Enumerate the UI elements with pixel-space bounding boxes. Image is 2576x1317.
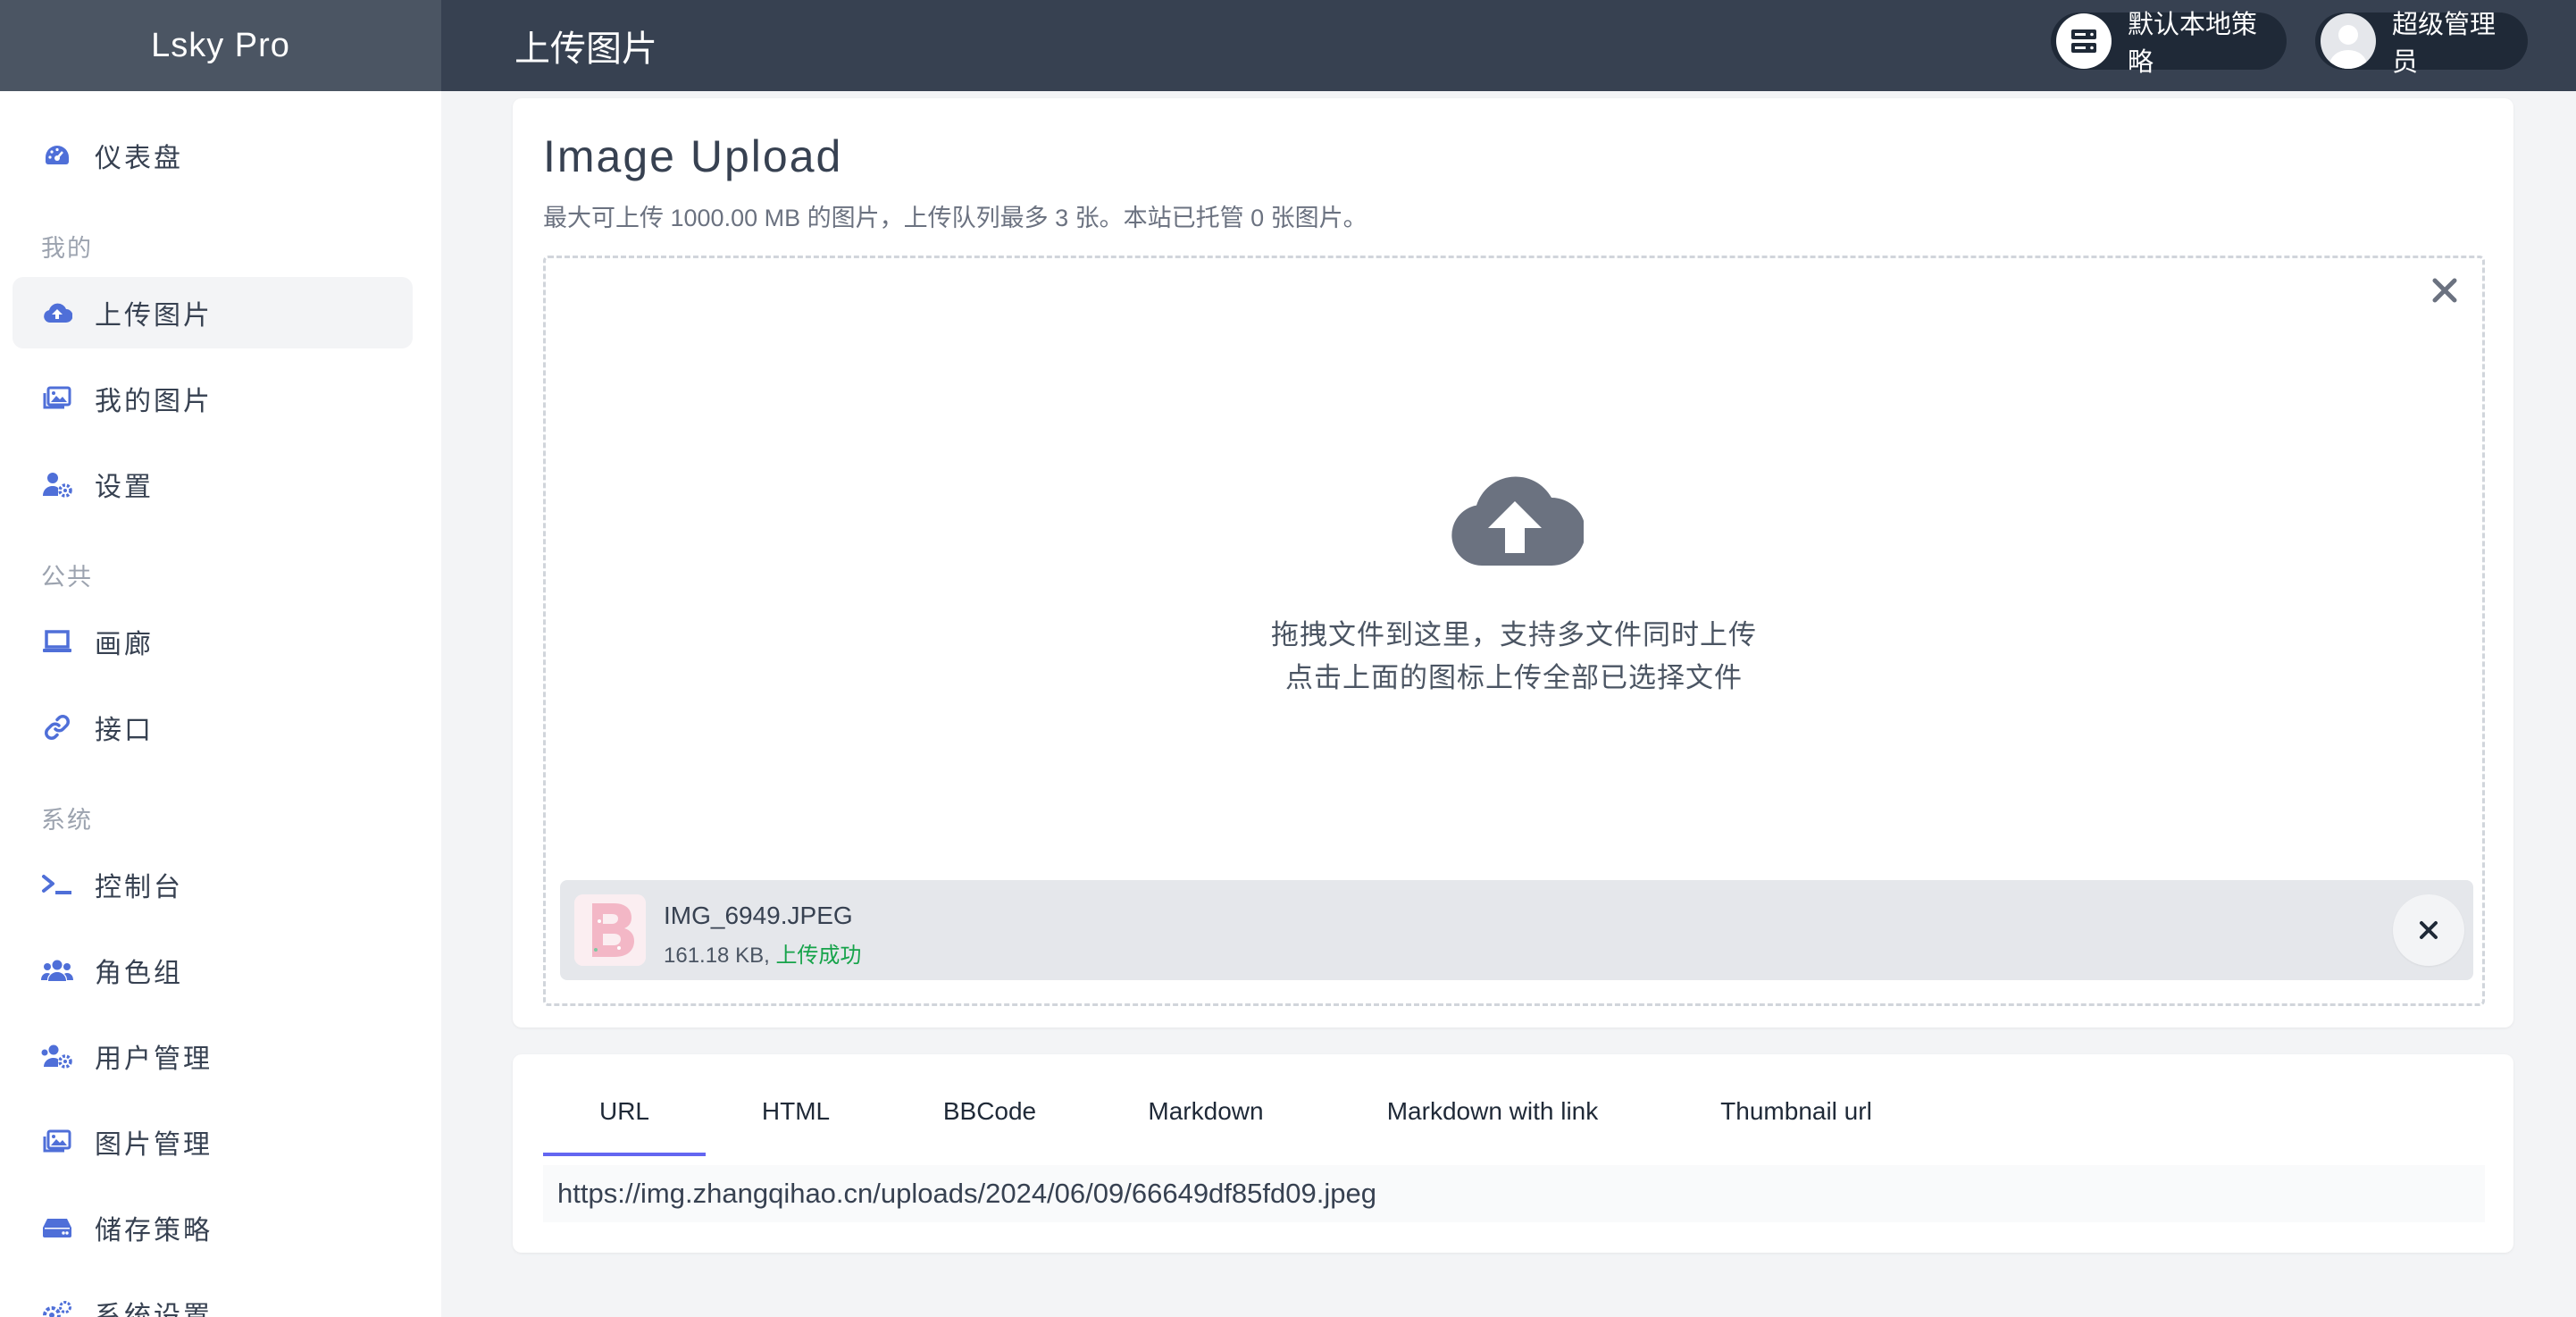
- sidebar-item-label: 设置: [95, 473, 154, 502]
- sidebar-item-label: 用户管理: [95, 1044, 213, 1074]
- tab-bbcode[interactable]: BBCode: [886, 1095, 1093, 1156]
- file-name: IMG_6949.JPEG: [664, 902, 853, 929]
- sidebar: 仪表盘 我的 上传图片 我的图片 设置 公共 画廊 接口 系统 控制台 角色组 …: [0, 91, 441, 1317]
- laptop-icon: [41, 625, 73, 658]
- sidebar-item-roles[interactable]: 角色组: [13, 935, 413, 1006]
- sidebar-item-label: 接口: [95, 716, 154, 745]
- section-heading-public: 公共: [41, 564, 93, 591]
- sidebar-item-label: 储存策略: [95, 1216, 213, 1246]
- remove-file-button[interactable]: [2393, 894, 2464, 966]
- tab-url[interactable]: URL: [543, 1095, 706, 1156]
- close-icon: [2432, 278, 2457, 303]
- tab-html[interactable]: HTML: [706, 1095, 886, 1156]
- sidebar-item-my-images[interactable]: 我的图片: [13, 363, 413, 434]
- sidebar-item-label: 画廊: [95, 630, 154, 659]
- sidebar-item-upload[interactable]: 上传图片: [13, 277, 413, 348]
- sidebar-item-label: 图片管理: [95, 1130, 213, 1160]
- images-icon: [41, 382, 73, 415]
- strategy-label: 默认本地策略: [2128, 11, 2258, 77]
- link-format-tabs: URL HTML BBCode Markdown Markdown with l…: [543, 1095, 1926, 1156]
- section-heading-system: 系统: [41, 807, 93, 834]
- links-card: URL HTML BBCode Markdown Markdown with l…: [513, 1054, 2513, 1253]
- link-output[interactable]: https://img.zhangqihao.cn/uploads/2024/0…: [543, 1165, 2485, 1222]
- file-meta: 161.18 KB, 上传成功: [664, 937, 861, 969]
- top-bar: Lsky Pro 上传图片 默认本地策略 超级管理员: [0, 0, 2576, 91]
- link-icon: [41, 711, 73, 743]
- tab-thumbnail-url[interactable]: Thumbnail url: [1667, 1095, 1926, 1156]
- file-thumbnail: [574, 894, 646, 966]
- tab-markdown[interactable]: Markdown: [1093, 1095, 1318, 1156]
- sidebar-item-dashboard[interactable]: 仪表盘: [13, 120, 413, 191]
- brand-logo[interactable]: Lsky Pro: [0, 0, 441, 91]
- user-name: 超级管理员: [2392, 11, 2497, 77]
- cloud-upload-icon: [41, 297, 73, 329]
- sidebar-item-api[interactable]: 接口: [13, 692, 413, 763]
- avatar: [2321, 13, 2376, 69]
- users-cog-icon: [41, 1040, 73, 1072]
- sidebar-item-label: 系统设置: [95, 1302, 213, 1317]
- hdd-icon: [41, 1212, 73, 1244]
- sidebar-item-label: 上传图片: [95, 301, 213, 331]
- sidebar-item-console[interactable]: 控制台: [13, 849, 413, 920]
- sidebar-item-label: 仪表盘: [95, 144, 183, 173]
- sidebar-item-label: 控制台: [95, 873, 183, 902]
- tab-markdown-with-link[interactable]: Markdown with link: [1318, 1095, 1667, 1156]
- close-icon: [2420, 921, 2438, 939]
- upload-status: 上传成功: [775, 944, 862, 968]
- sidebar-item-settings[interactable]: 设置: [13, 449, 413, 520]
- images-icon: [41, 1126, 73, 1158]
- upload-card: Image Upload 最大可上传 1000.00 MB 的图片，上传队列最多…: [513, 98, 2513, 1028]
- upload-title: Image Upload: [543, 131, 843, 181]
- user-cog-icon: [41, 468, 73, 500]
- sidebar-item-label: 我的图片: [95, 387, 213, 416]
- upload-dropzone[interactable]: 拖拽文件到这里，支持多文件同时上传 点击上面的图标上传全部已选择文件 IMG_6…: [543, 256, 2485, 1006]
- sidebar-item-image-manage[interactable]: 图片管理: [13, 1106, 413, 1178]
- page-title: 上传图片: [514, 29, 657, 69]
- drop-hint-line1: 拖拽文件到这里，支持多文件同时上传: [1271, 619, 1757, 650]
- sidebar-item-system-settings[interactable]: 系统设置: [13, 1278, 413, 1317]
- terminal-icon: [41, 868, 73, 901]
- server-icon: [2056, 13, 2112, 69]
- users-icon: [41, 954, 73, 986]
- upload-file-item: IMG_6949.JPEG 161.18 KB, 上传成功: [560, 880, 2473, 980]
- upload-description: 最大可上传 1000.00 MB 的图片，上传队列最多 3 张。本站已托管 0 …: [543, 205, 1367, 231]
- file-size: 161.18 KB,: [664, 944, 770, 968]
- sidebar-item-storage[interactable]: 储存策略: [13, 1192, 413, 1263]
- user-menu-button[interactable]: 超级管理员: [2315, 11, 2528, 77]
- clear-queue-button[interactable]: [2427, 273, 2463, 308]
- cloud-upload-icon[interactable]: [1446, 469, 1585, 574]
- dashboard-icon: [41, 139, 73, 172]
- drop-hint-line2: 点击上面的图标上传全部已选择文件: [1285, 662, 1743, 693]
- sidebar-item-gallery[interactable]: 画廊: [13, 606, 413, 677]
- sidebar-item-users[interactable]: 用户管理: [13, 1020, 413, 1092]
- cogs-icon: [41, 1297, 73, 1317]
- storage-strategy-button[interactable]: 默认本地策略: [2051, 11, 2287, 77]
- sidebar-item-label: 角色组: [95, 959, 183, 988]
- section-heading-mine: 我的: [41, 235, 93, 262]
